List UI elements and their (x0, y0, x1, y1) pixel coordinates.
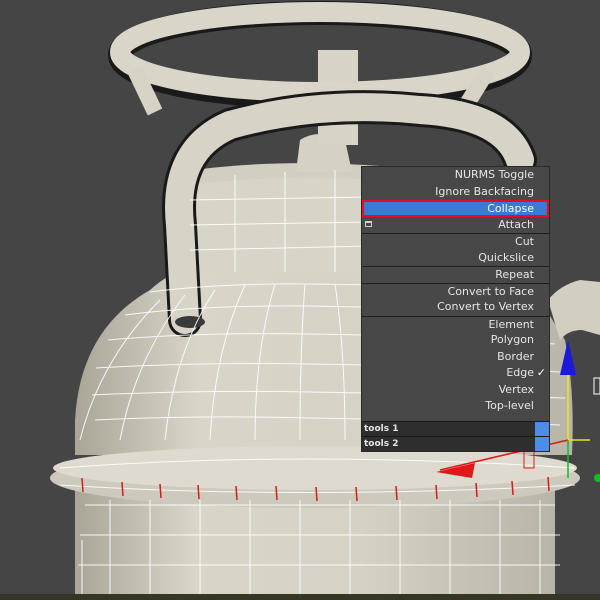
menu-item-polygon[interactable]: Polygon (362, 332, 549, 349)
menu-item-label: Vertex (498, 382, 534, 396)
menu-item-quickslice[interactable]: Quickslice (362, 250, 549, 267)
menu-item-cut[interactable]: Cut (362, 233, 549, 250)
quadrant-label: tools 2 (364, 438, 399, 449)
menu-item-edge[interactable]: Edge ✓ (362, 365, 549, 382)
quadrant-swatch (535, 421, 549, 436)
menu-item-label: Cut (515, 235, 534, 248)
menu-item-label: Top-level (485, 399, 534, 412)
quad-menu: NURMS Toggle Ignore Backfacing Collapse … (361, 166, 550, 452)
quadrant-label: tools 1 (364, 423, 399, 434)
quadrant-swatch (535, 436, 549, 451)
menu-item-label: Polygon (490, 333, 534, 346)
menu-item-label: Convert to Vertex (437, 300, 534, 313)
menu-item-label: Border (497, 349, 534, 363)
menu-item-label: Edge (506, 366, 534, 379)
menu-item-convert-to-face[interactable]: Convert to Face (362, 282, 549, 300)
menu-item-element[interactable]: Element (362, 315, 549, 333)
menu-item-label: Element (488, 317, 534, 331)
menu-item-vertex[interactable]: Vertex (362, 382, 549, 399)
check-icon: ✓ (536, 366, 546, 379)
menu-item-border[interactable]: Border (362, 349, 549, 366)
menu-item-label: Ignore Backfacing (435, 184, 534, 198)
menu-item-label: NURMS Toggle (454, 168, 534, 181)
window-icon (365, 220, 372, 227)
menu-item-label: Attach (498, 217, 534, 231)
floor-strip (0, 594, 600, 600)
menu-item-label: Quickslice (478, 250, 534, 264)
menu-item-convert-to-vertex[interactable]: Convert to Vertex (362, 299, 549, 316)
menu-item-label: Repeat (495, 268, 534, 281)
menu-item-top-level[interactable]: Top-level (362, 398, 549, 415)
menu-item-nurms-toggle[interactable]: NURMS Toggle (362, 167, 549, 184)
menu-item-ignore-backfacing[interactable]: Ignore Backfacing (362, 184, 549, 201)
menu-item-label: Convert to Face (447, 284, 534, 298)
quadrant-tools-1[interactable]: tools 1 (362, 420, 549, 436)
menu-item-repeat[interactable]: Repeat (362, 266, 549, 283)
menu-item-label: Collapse (487, 202, 534, 215)
menu-item-collapse[interactable]: Collapse (362, 200, 549, 217)
viewport[interactable]: NURMS Toggle Ignore Backfacing Collapse … (0, 0, 600, 600)
quadrant-tools-2[interactable]: tools 2 (362, 435, 549, 451)
menu-item-attach[interactable]: Attach (362, 217, 549, 234)
